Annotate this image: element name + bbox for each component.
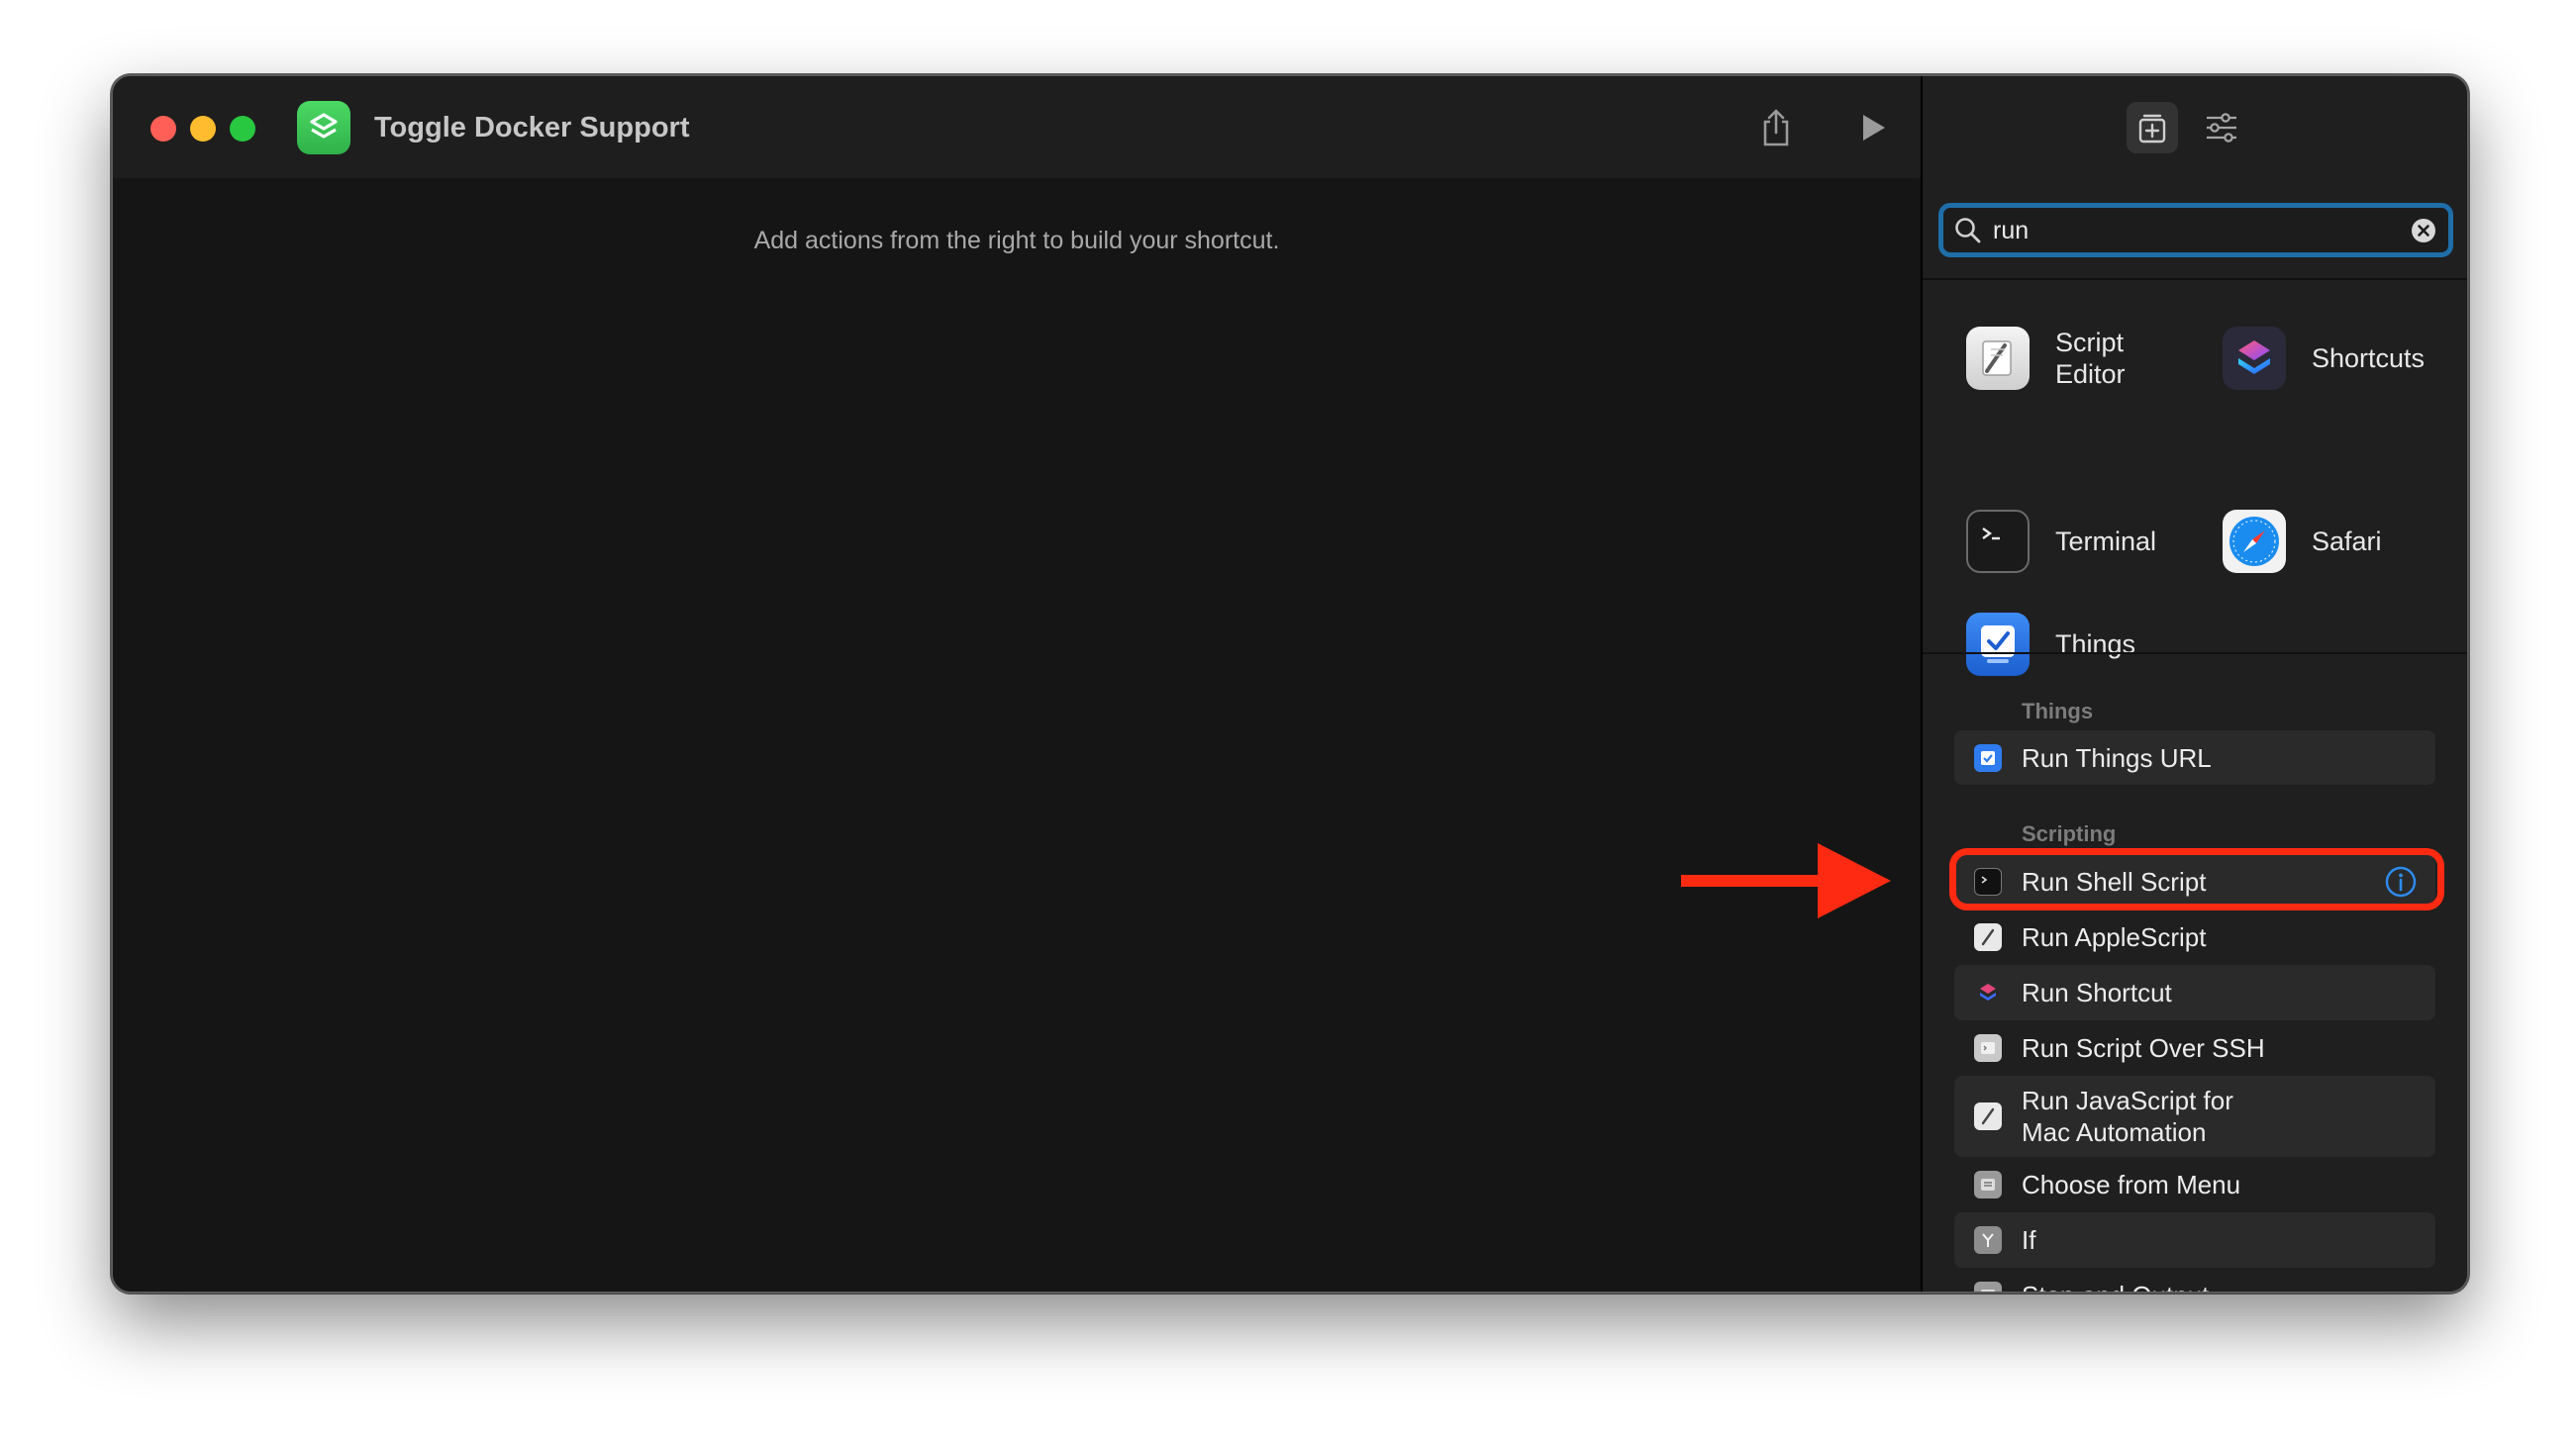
action-search-field[interactable] — [1938, 203, 2453, 257]
action-run-javascript-for-mac-automation[interactable]: Run JavaScript for Mac Automation — [1954, 1076, 2435, 1157]
empty-editor-hint: Add actions from the right to build your… — [753, 227, 1280, 254]
things-icon — [1974, 743, 2002, 772]
shortcut-glyph-icon[interactable] — [297, 101, 350, 154]
action-label: Run Script Over SSH — [2022, 1033, 2265, 1063]
app-tile-shortcuts[interactable]: Shortcuts — [2223, 327, 2425, 390]
app-tile-terminal[interactable]: Terminal — [1966, 510, 2156, 573]
share-icon — [1763, 109, 1789, 146]
search-icon — [1955, 218, 1981, 243]
shortcuts-icon — [1974, 979, 2002, 1006]
app-name-shortcuts: Shortcuts — [2312, 343, 2426, 373]
editor-pane: Toggle Docker Support Add actions from t… — [113, 76, 1921, 1292]
play-icon — [1863, 115, 1885, 141]
action-run-shortcut[interactable]: Run Shortcut — [1954, 965, 2435, 1020]
output-icon — [1974, 1282, 2002, 1292]
action-choose-from-menu[interactable]: Choose from Menu — [1954, 1157, 2435, 1212]
close-window-button[interactable] — [150, 116, 176, 142]
action-label: Run AppleScript — [2022, 922, 2207, 952]
apps-divider — [1923, 652, 2467, 654]
action-label: Run Things URL — [2022, 742, 2212, 773]
app-name-safari: Safari — [2312, 527, 2382, 556]
script-editor-icon — [1974, 923, 2002, 951]
action-label: Stop and Output — [2022, 1280, 2209, 1292]
if-icon — [1974, 1226, 2002, 1254]
search-input[interactable] — [1991, 208, 2391, 254]
highlight-box — [1949, 848, 2444, 910]
pointer-arrow-icon — [1681, 843, 1891, 918]
script-editor-icon — [1974, 1102, 2002, 1130]
action-if[interactable]: If — [1954, 1212, 2435, 1268]
action-run-things-url[interactable]: Run Things URL — [1954, 730, 2435, 785]
window-title: Toggle Docker Support — [374, 112, 690, 144]
shortcut-details-button[interactable] — [2196, 102, 2247, 153]
action-label: Run JavaScript for Mac Automation — [2022, 1086, 2233, 1147]
action-label: Run Shortcut — [2022, 978, 2172, 1007]
share-button[interactable] — [1750, 102, 1802, 153]
section-label-scripting: Scripting — [2022, 821, 2117, 846]
script-editor-icon — [1966, 327, 2030, 390]
action-run-script-over-ssh[interactable]: Run Script Over SSH — [1954, 1020, 2435, 1076]
app-tile-script-editor[interactable]: Script Editor — [1966, 327, 2174, 390]
section-label-things: Things — [2022, 699, 2094, 723]
things-icon — [1966, 613, 2030, 676]
action-stop-and-output[interactable]: Stop and Output — [1954, 1268, 2435, 1292]
ssh-icon — [1974, 1034, 2002, 1062]
run-button[interactable] — [1847, 102, 1899, 153]
app-tile-safari[interactable]: Safari — [2223, 510, 2382, 573]
actions-sidebar: Script Editor — [1921, 76, 2467, 1292]
action-run-applescript[interactable]: Run AppleScript — [1954, 910, 2435, 965]
sliders-icon — [2207, 113, 2236, 143]
app-name-things: Things — [2055, 629, 2136, 659]
shortcuts-window: Toggle Docker Support Add actions from t… — [111, 74, 2469, 1293]
app-name-terminal: Terminal — [2055, 527, 2157, 556]
search-divider — [1923, 278, 2467, 280]
action-library-button[interactable] — [2127, 102, 2178, 153]
shortcuts-icon — [2223, 327, 2286, 390]
action-label: If — [2022, 1225, 2036, 1255]
add-action-icon — [2138, 114, 2166, 144]
clear-search-icon[interactable] — [2411, 218, 2436, 243]
app-tile-things[interactable]: Things — [1966, 613, 2135, 676]
app-name-script-editor: Script Editor — [2055, 328, 2126, 389]
title-bar: Toggle Docker Support — [113, 76, 1921, 178]
safari-icon — [2223, 510, 2286, 573]
minimize-window-button[interactable] — [190, 116, 216, 142]
terminal-icon — [1966, 510, 2030, 573]
sidebar-toolbar — [1923, 76, 2467, 178]
action-label: Choose from Menu — [2022, 1170, 2241, 1199]
menu-icon — [1974, 1171, 2002, 1198]
zoom-window-button[interactable] — [230, 116, 255, 142]
